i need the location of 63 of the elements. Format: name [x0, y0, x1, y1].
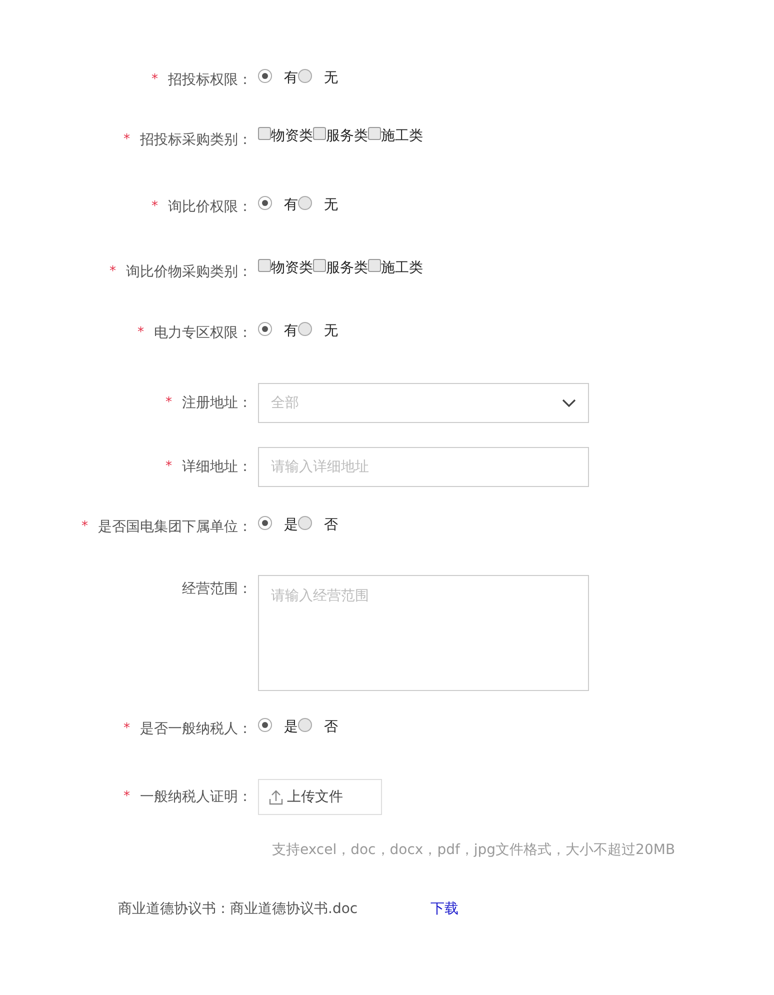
- required-asterisk: *: [166, 458, 172, 476]
- upload-button[interactable]: 上传文件: [258, 779, 382, 815]
- chevron-down-icon: [562, 399, 576, 407]
- field-label: 招投标采购类别：: [140, 131, 252, 150]
- option-label: 有: [284, 322, 298, 341]
- option-label: 物资类: [271, 127, 313, 146]
- checkbox[interactable]: [368, 127, 381, 140]
- option-label: 是: [284, 718, 298, 737]
- option-label: 有: [284, 69, 298, 88]
- option-label: 无: [324, 69, 338, 88]
- radio-button[interactable]: [298, 516, 312, 530]
- field-label: 是否一般纳税人：: [140, 720, 252, 739]
- upload-icon: [269, 790, 283, 804]
- required-asterisk: *: [152, 71, 158, 89]
- required-asterisk: *: [82, 518, 88, 536]
- option-label: 服务类: [326, 127, 368, 146]
- option-label: 无: [324, 322, 338, 341]
- field-label: 是否国电集团下属单位：: [98, 518, 252, 537]
- field-label: 商业道德协议书：: [118, 900, 230, 919]
- required-asterisk: *: [138, 324, 144, 342]
- upload-hint: 支持excel，doc，docx，pdf，jpg文件格式，大小不超过20MB: [272, 841, 676, 860]
- field-label: 询比价物采购类别：: [126, 263, 252, 282]
- download-link[interactable]: 下载: [430, 895, 459, 923]
- required-asterisk: *: [110, 263, 116, 281]
- field-label: 询比价权限：: [168, 198, 252, 217]
- radio-button[interactable]: [258, 69, 272, 83]
- required-asterisk: *: [152, 198, 158, 216]
- required-asterisk: *: [124, 131, 130, 149]
- business-scope-field[interactable]: 请输入经营范围: [258, 575, 589, 691]
- field-label: 经营范围：: [182, 580, 252, 599]
- checkbox[interactable]: [313, 127, 326, 140]
- option-label: 施工类: [381, 127, 423, 146]
- checkbox[interactable]: [258, 259, 271, 272]
- radio-button[interactable]: [298, 718, 312, 732]
- field-label: 招投标权限：: [168, 71, 252, 90]
- field-label: 电力专区权限：: [154, 324, 252, 343]
- required-asterisk: *: [124, 788, 130, 806]
- option-label: 物资类: [271, 259, 313, 278]
- checkbox[interactable]: [258, 127, 271, 140]
- required-asterisk: *: [166, 394, 172, 412]
- option-label: 有: [284, 196, 298, 215]
- address-input[interactable]: 请输入详细地址: [258, 447, 589, 487]
- field-label: 注册地址：: [182, 394, 252, 413]
- radio-button[interactable]: [298, 69, 312, 83]
- checkbox[interactable]: [313, 259, 326, 272]
- radio-button[interactable]: [298, 322, 312, 336]
- radio-button[interactable]: [298, 196, 312, 210]
- option-label: 无: [324, 196, 338, 215]
- radio-button[interactable]: [258, 196, 272, 210]
- field-label: 一般纳税人证明：: [140, 788, 252, 807]
- option-label: 是: [284, 516, 298, 535]
- option-label: 服务类: [326, 259, 368, 278]
- option-label: 否: [324, 718, 338, 737]
- option-label: 否: [324, 516, 338, 535]
- field-label: 详细地址：: [182, 458, 252, 477]
- radio-button[interactable]: [258, 718, 272, 732]
- select-placeholder: 全部: [271, 394, 299, 412]
- radio-button[interactable]: [258, 516, 272, 530]
- required-asterisk: *: [124, 720, 130, 738]
- file-name: 商业道德协议书.doc: [230, 900, 358, 919]
- option-label: 施工类: [381, 259, 423, 278]
- radio-button[interactable]: [258, 322, 272, 336]
- checkbox[interactable]: [368, 259, 381, 272]
